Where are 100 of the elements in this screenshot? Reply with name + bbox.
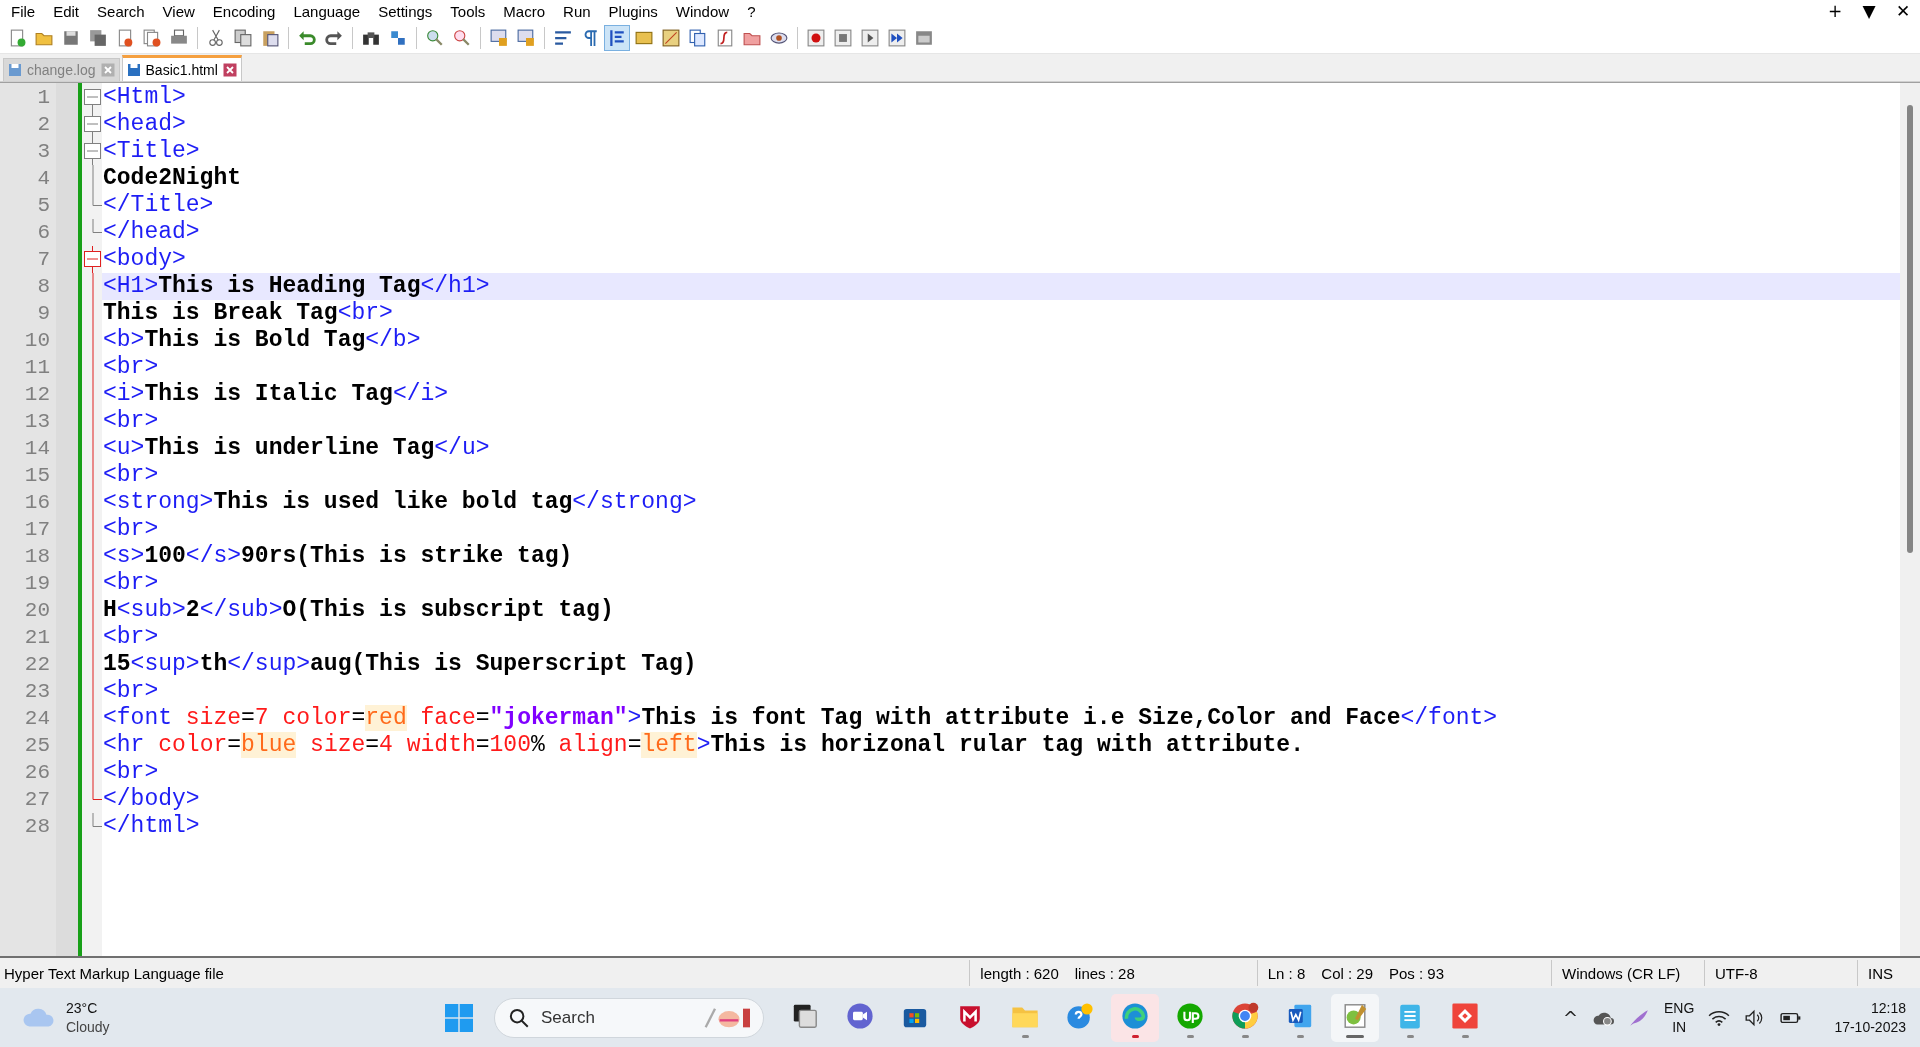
grid-window-icon xyxy=(915,28,933,47)
input-language-button[interactable]: ENG IN xyxy=(1664,998,1695,1037)
zoom-out-icon xyxy=(453,28,471,47)
menu-item[interactable]: Encoding xyxy=(203,2,285,20)
code-line: This is Break Tag<br> xyxy=(102,300,394,327)
zoom-in-icon xyxy=(426,28,444,47)
search-field[interactable]: Search xyxy=(494,997,764,1038)
code-line: <head> xyxy=(102,111,187,138)
code-line: <body> xyxy=(102,246,187,273)
menu-item[interactable]: ? xyxy=(738,2,765,20)
code-line: </head> xyxy=(102,219,201,246)
window-control-button[interactable]: ▼ xyxy=(1852,0,1886,22)
line-number: 15 xyxy=(24,463,51,489)
menu-item[interactable]: View xyxy=(153,2,204,20)
clock-button[interactable]: 12:18 17-10-2023 xyxy=(1834,998,1906,1037)
search-input[interactable]: Search xyxy=(539,1006,693,1029)
line-number: 23 xyxy=(24,679,51,705)
line-number: 19 xyxy=(24,571,51,597)
menu-item[interactable]: File xyxy=(2,2,45,20)
code-line: H<sub>2</sub>O(This is subscript tag) xyxy=(102,597,615,624)
fold-toggle-icon[interactable] xyxy=(84,111,101,138)
menu-item[interactable]: Language xyxy=(284,2,370,20)
line-number: 11 xyxy=(24,355,51,381)
stop-icon xyxy=(834,28,852,47)
show-hidden-icons-button[interactable]: ^ xyxy=(1562,1007,1579,1028)
lines-label: lines : 28 xyxy=(1073,964,1136,982)
code-line: </body> xyxy=(102,786,201,813)
length-label: length : 620 xyxy=(979,964,1060,982)
line-number: 4 xyxy=(37,166,51,192)
toolbar-button[interactable] xyxy=(604,24,630,51)
encoding-label: UTF-8 xyxy=(1714,964,1759,982)
windows-logo-icon[interactable] xyxy=(445,1003,473,1032)
code-line: <br> xyxy=(102,759,160,786)
code-line: <i>This is Italic Tag</i> xyxy=(102,381,450,408)
scrollbar[interactable] xyxy=(1900,83,1920,956)
copy-icon xyxy=(234,28,252,47)
line-number: 25 xyxy=(24,733,51,759)
line-number: 13 xyxy=(24,409,51,435)
menu-item[interactable]: Tools xyxy=(441,2,495,20)
fold-toggle-icon[interactable] xyxy=(84,138,101,165)
line-number: 10 xyxy=(24,328,51,354)
line-number: 8 xyxy=(37,274,51,300)
feather-icon[interactable] xyxy=(1628,1008,1651,1027)
code-line: </Title> xyxy=(102,192,215,219)
fold-toggle-icon[interactable] xyxy=(84,246,101,273)
line-number: 7 xyxy=(37,247,51,273)
file-type-label: Hyper Text Markup Language file xyxy=(3,964,225,982)
remote-desktop-icon xyxy=(1451,1001,1479,1030)
code-line: <Title> xyxy=(102,138,201,165)
wifi-icon[interactable] xyxy=(1708,1008,1731,1027)
file-tab[interactable]: Basic1.html xyxy=(121,55,242,81)
close-icon[interactable] xyxy=(222,62,237,77)
close-file-icon xyxy=(116,28,134,47)
line-position-label: Ln : 8 xyxy=(1266,964,1307,982)
line-number: 20 xyxy=(24,598,51,624)
line-number: 12 xyxy=(24,382,51,408)
menu-item[interactable]: Edit xyxy=(44,2,89,20)
line-number: 2 xyxy=(37,112,51,138)
menu-item[interactable]: Macro xyxy=(494,2,555,20)
scrollbar-thumb[interactable] xyxy=(1907,105,1913,553)
code-line: <hr color=blue size=4 width=100% align=left>This is horizonal rular tag with attribute. xyxy=(102,732,1305,759)
line-number: 18 xyxy=(24,544,51,570)
window-lock-icon xyxy=(517,28,535,47)
window-control-button[interactable]: + xyxy=(1818,0,1852,22)
line-ending-label: Windows (CR LF) xyxy=(1561,964,1682,982)
code-line: Code2Night xyxy=(102,165,243,192)
map-icon xyxy=(662,28,680,47)
window-control-button[interactable]: ✕ xyxy=(1886,0,1920,22)
scissors-icon xyxy=(207,28,225,47)
line-number: 9 xyxy=(37,301,51,327)
line-number: 22 xyxy=(24,652,51,678)
code-line: <br> xyxy=(102,408,160,435)
video-chat-icon xyxy=(846,1001,874,1030)
code-line: <br> xyxy=(102,462,160,489)
printer-icon xyxy=(170,28,188,47)
browser-wave-icon xyxy=(1121,1001,1149,1030)
line-number: 14 xyxy=(24,436,51,462)
line-number: 24 xyxy=(24,706,51,732)
replace-icon xyxy=(389,28,407,47)
menu-item[interactable]: Window xyxy=(666,2,739,20)
up-logo-icon xyxy=(1176,1001,1204,1030)
menu-item[interactable]: Run xyxy=(554,2,600,20)
menu-item[interactable]: Search xyxy=(88,2,154,20)
tab-label: change.log xyxy=(27,62,96,78)
tab-label: Basic1.html xyxy=(145,61,218,78)
code-line: <Html> xyxy=(102,84,187,111)
code-line: <br> xyxy=(102,570,160,597)
line-number: 21 xyxy=(24,625,51,651)
clipboard-icon xyxy=(261,28,279,47)
menu-item[interactable]: Settings xyxy=(369,2,442,20)
floppy-disks-icon xyxy=(89,28,107,47)
redo-arrow-icon xyxy=(325,28,343,47)
menu-item[interactable]: Plugins xyxy=(599,2,667,20)
wrap-lines-icon xyxy=(554,28,572,47)
documents-icon xyxy=(689,28,707,47)
new-file-icon xyxy=(8,28,26,47)
code-line: <u>This is underline Tag</u> xyxy=(102,435,491,462)
insert-mode-label: INS xyxy=(1867,964,1894,982)
code-line: <br> xyxy=(102,354,160,381)
line-number: 3 xyxy=(37,139,51,165)
